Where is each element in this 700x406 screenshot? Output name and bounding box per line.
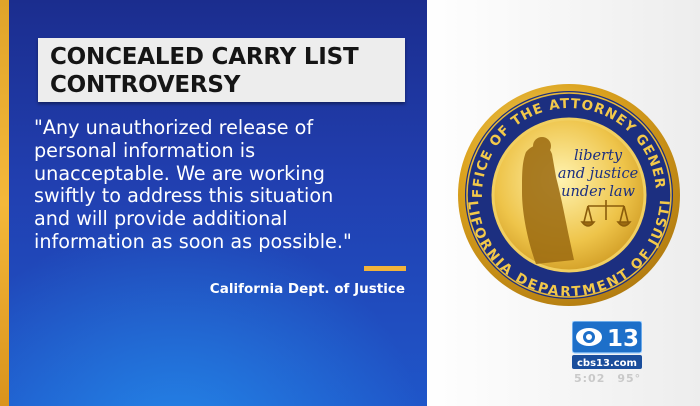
quote-text: "Any unauthorized release of personal in… [34,116,419,254]
left-accent-bar [0,0,9,406]
headline-line-2: CONTROVERSY [50,72,241,98]
time-temp-readout: 5:02 95° [574,372,653,385]
clock-time: 5:02 [574,372,606,385]
quote-line: and will provide additional [34,207,288,231]
headline-line-1: CONCEALED CARRY LIST [50,44,359,70]
quote-line: personal information is [34,138,256,162]
cbs-eye-icon [576,328,602,346]
station-number: 13 [607,326,639,352]
quote-line: swiftly to address this situation [34,184,334,208]
seal-motto-line-1: liberty [574,148,623,164]
cbs13-station-logo: 13 cbs13.com [572,321,642,369]
attribution-text: California Dept. of Justice [209,281,405,297]
quote-line: unacceptable. We are working [34,161,325,185]
quote-line: "Any unauthorized release of [34,116,314,139]
attorney-general-seal: OFFICE OF THE ATTORNEY GENERAL CALIFORNI… [456,82,680,306]
seal-motto-line-3: under law [561,184,635,200]
headline-banner: CONCEALED CARRY LIST CONTROVERSY [38,38,405,102]
quote-line: information as soon as possible." [34,229,352,253]
seal-motto-line-2: and justice [558,166,638,182]
temperature: 95° [617,372,642,385]
attribution-accent-bar [364,266,406,271]
headline-text: CONCEALED CARRY LIST CONTROVERSY [50,43,359,99]
broadcast-frame: CONCEALED CARRY LIST CONTROVERSY "Any un… [0,0,700,406]
station-site: cbs13.com [577,358,637,369]
